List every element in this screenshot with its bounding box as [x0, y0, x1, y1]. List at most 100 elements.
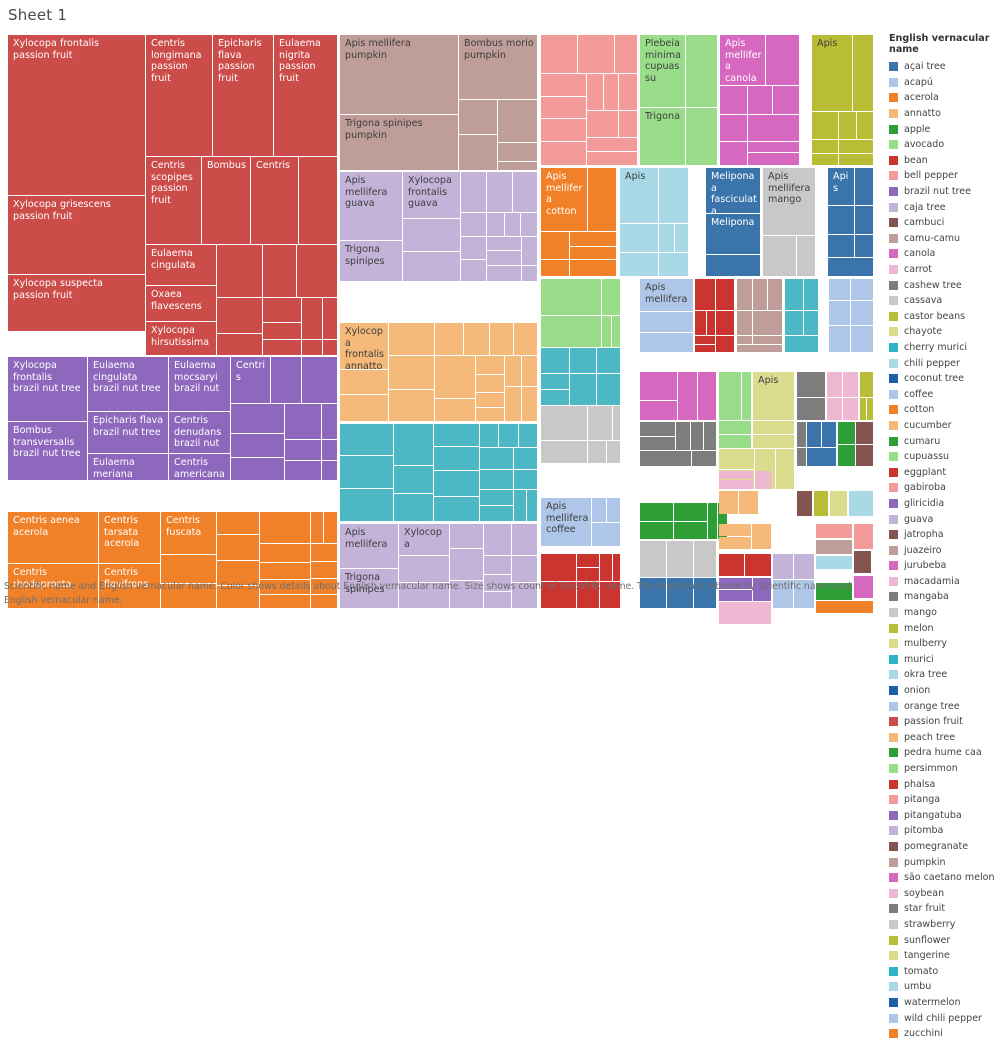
treemap-cell[interactable] — [640, 437, 675, 450]
treemap-cell[interactable] — [570, 260, 616, 276]
treemap-cell[interactable] — [676, 422, 690, 450]
treemap-cell[interactable] — [461, 260, 486, 281]
treemap-cell[interactable] — [263, 298, 301, 322]
treemap-cell[interactable] — [695, 311, 706, 335]
treemap-cell[interactable] — [619, 74, 637, 110]
treemap-cell[interactable] — [812, 112, 838, 139]
treemap-cell[interactable] — [860, 398, 866, 420]
treemap-cell[interactable] — [816, 540, 852, 554]
legend-item[interactable]: onion — [889, 683, 1000, 699]
treemap-cell[interactable]: Centris americana — [169, 454, 230, 480]
treemap-cell[interactable] — [752, 524, 771, 549]
treemap-cell[interactable] — [480, 490, 513, 505]
treemap-cell[interactable] — [434, 447, 479, 470]
treemap-cell[interactable] — [389, 356, 434, 389]
treemap-cell[interactable] — [311, 512, 323, 543]
legend-item[interactable]: gliricidia — [889, 496, 1000, 512]
treemap-cell[interactable] — [512, 524, 537, 555]
treemap-cell[interactable] — [541, 142, 586, 165]
legend-item[interactable]: jurubeba — [889, 558, 1000, 574]
treemap-cell[interactable] — [602, 279, 620, 315]
treemap-cell[interactable] — [541, 232, 569, 259]
legend-item[interactable]: watermelon — [889, 995, 1000, 1011]
treemap-cell[interactable] — [807, 448, 836, 466]
legend-item[interactable]: cherry murici — [889, 340, 1000, 356]
treemap-cell[interactable] — [231, 458, 284, 480]
treemap-cell[interactable] — [541, 406, 587, 440]
treemap-cell[interactable] — [541, 374, 569, 389]
treemap-cell[interactable] — [480, 424, 498, 447]
treemap-cell[interactable] — [797, 398, 825, 420]
treemap-cell[interactable] — [285, 404, 321, 439]
treemap-cell[interactable] — [459, 100, 497, 134]
treemap-cell[interactable] — [830, 491, 847, 516]
treemap-cell[interactable] — [843, 398, 858, 420]
treemap-cell[interactable] — [541, 260, 569, 276]
legend-item[interactable]: passion fruit — [889, 714, 1000, 730]
treemap-cell[interactable]: Xylocopa frontalis guava — [403, 172, 460, 218]
treemap-cell[interactable] — [570, 348, 596, 373]
treemap-cell[interactable] — [854, 551, 871, 573]
treemap-cell[interactable] — [719, 449, 754, 469]
legend-item[interactable]: strawberry — [889, 917, 1000, 933]
treemap-cell[interactable] — [505, 387, 521, 421]
treemap-cell[interactable] — [340, 424, 393, 455]
legend-item[interactable]: caja tree — [889, 199, 1000, 215]
legend-item[interactable]: tangerine — [889, 948, 1000, 964]
treemap-cell[interactable] — [487, 266, 521, 281]
treemap-cell[interactable] — [285, 440, 321, 460]
legend-item[interactable]: canola — [889, 246, 1000, 262]
legend-item[interactable]: pumpkin — [889, 854, 1000, 870]
treemap-cell[interactable] — [867, 398, 873, 420]
treemap-cell[interactable] — [541, 390, 569, 405]
treemap-cell[interactable] — [812, 140, 838, 153]
treemap-cell[interactable] — [720, 115, 747, 141]
treemap-cell[interactable] — [692, 451, 716, 466]
treemap-cell[interactable] — [505, 213, 520, 236]
treemap-cell[interactable] — [217, 298, 262, 333]
treemap-cell[interactable] — [541, 119, 586, 141]
legend-item[interactable]: phalsa — [889, 776, 1000, 792]
treemap-cell[interactable] — [829, 301, 850, 325]
treemap-cell[interactable] — [851, 326, 873, 352]
treemap-cell[interactable]: Xylocopa grisescens passion fruit — [8, 196, 145, 274]
treemap-cell[interactable] — [613, 406, 620, 440]
treemap-cell[interactable] — [604, 74, 618, 110]
treemap-cell[interactable]: Plebeia minima cupuassu — [640, 35, 685, 107]
treemap-cell[interactable] — [856, 445, 873, 466]
treemap-cell[interactable] — [851, 279, 873, 300]
legend-item[interactable]: peach tree — [889, 730, 1000, 746]
treemap-cell[interactable]: Xylocopa frontalis brazil nut tree — [8, 357, 87, 421]
treemap-cell[interactable] — [797, 491, 812, 516]
legend-item[interactable]: cashew tree — [889, 277, 1000, 293]
treemap-cell[interactable] — [435, 356, 475, 398]
treemap-cell[interactable] — [719, 524, 751, 536]
treemap-cell[interactable] — [587, 74, 603, 110]
treemap-cell[interactable] — [263, 340, 301, 355]
treemap-cell[interactable] — [695, 279, 715, 310]
treemap-cell[interactable]: Apis — [620, 168, 658, 223]
treemap-cell[interactable] — [839, 112, 856, 139]
legend-item[interactable]: chayote — [889, 324, 1000, 340]
treemap-cell[interactable] — [704, 422, 716, 450]
treemap-cell[interactable] — [322, 440, 337, 460]
treemap-cell[interactable] — [578, 35, 614, 73]
treemap-cell[interactable] — [498, 162, 537, 170]
legend-item[interactable]: cassava — [889, 293, 1000, 309]
legend-item[interactable]: acapú — [889, 75, 1000, 91]
legend-item[interactable]: pitanga — [889, 792, 1000, 808]
treemap-cell[interactable] — [541, 348, 569, 373]
treemap-cell[interactable] — [592, 498, 606, 522]
treemap-cell[interactable] — [505, 356, 521, 386]
legend-item[interactable]: castor beans — [889, 309, 1000, 325]
treemap-cell[interactable]: Apis mellifera — [340, 524, 398, 568]
treemap-cell[interactable] — [816, 524, 852, 538]
treemap-cell[interactable] — [521, 213, 537, 236]
treemap-cell[interactable] — [822, 422, 836, 447]
treemap-cell[interactable] — [263, 245, 296, 297]
treemap-cell[interactable] — [311, 544, 337, 561]
treemap-cell[interactable] — [785, 336, 818, 352]
treemap-cell[interactable] — [592, 523, 620, 546]
treemap-cell[interactable]: Centris fuscata — [161, 512, 216, 554]
treemap-cell[interactable] — [698, 372, 716, 420]
